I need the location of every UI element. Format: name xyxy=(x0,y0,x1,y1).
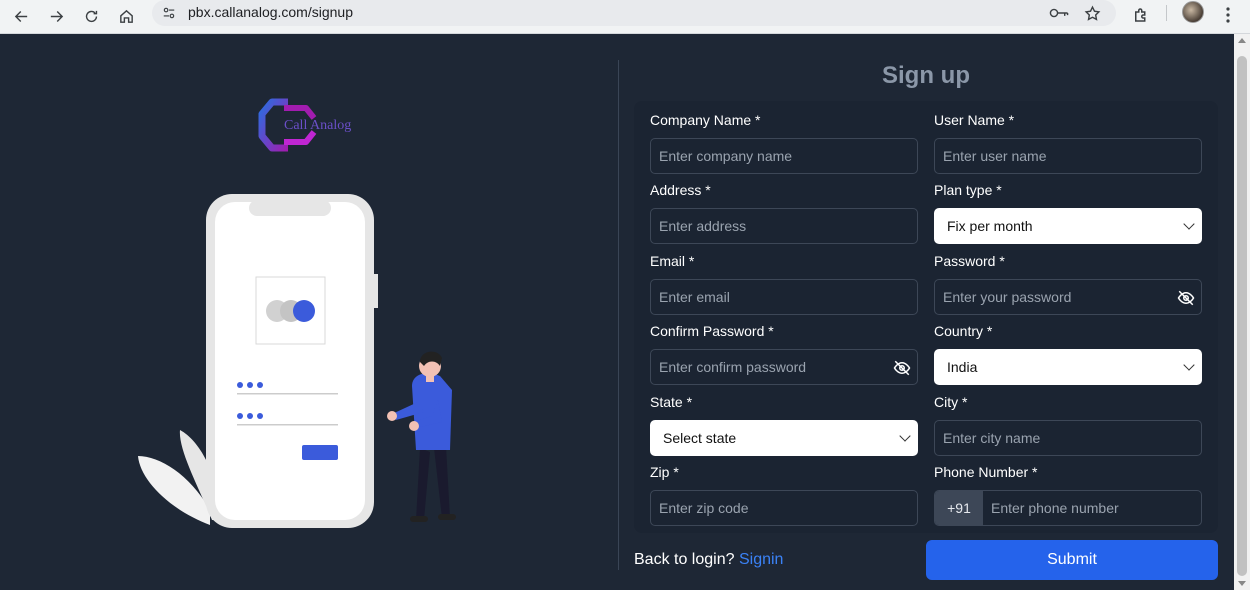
scroll-down-arrow-icon[interactable] xyxy=(1238,581,1246,586)
page-title: Sign up xyxy=(882,62,970,89)
chevron-down-icon xyxy=(899,430,911,442)
country-value: India xyxy=(947,359,978,375)
chevron-down-icon xyxy=(1183,218,1195,230)
call-analog-logo: Call Analog xyxy=(258,96,368,156)
address-bar[interactable]: pbx.callanalog.com/signup xyxy=(152,0,1116,26)
email-input[interactable]: Enter email xyxy=(650,279,918,315)
company-name-label: Company Name * xyxy=(650,112,761,128)
zip-input[interactable]: Enter zip code xyxy=(650,490,918,526)
address-field: Address * Enter address xyxy=(650,182,918,244)
bookmark-star-icon[interactable] xyxy=(1082,3,1102,23)
zip-placeholder: Enter zip code xyxy=(659,500,749,516)
country-label: Country * xyxy=(934,323,993,339)
phone-number-field: Phone Number * +91 Enter phone number xyxy=(934,464,1202,526)
eye-slash-icon[interactable] xyxy=(893,359,911,377)
confirm-password-label: Confirm Password * xyxy=(650,323,774,339)
signup-illustration xyxy=(130,190,470,535)
signin-link[interactable]: Signin xyxy=(739,551,783,568)
phone-number-input[interactable]: +91 Enter phone number xyxy=(934,490,1202,526)
panel-divider xyxy=(618,60,619,570)
phone-number-label: Phone Number * xyxy=(934,464,1038,480)
city-field: City * Enter city name xyxy=(934,394,1202,456)
scroll-thumb[interactable] xyxy=(1237,56,1247,576)
confirm-password-field: Confirm Password * Enter confirm passwor… xyxy=(650,323,918,385)
submit-button[interactable]: Submit xyxy=(926,540,1218,580)
user-name-placeholder: Enter user name xyxy=(943,148,1047,164)
profile-avatar[interactable] xyxy=(1182,1,1204,23)
state-label: State * xyxy=(650,394,693,410)
home-icon[interactable] xyxy=(113,3,139,29)
address-placeholder: Enter address xyxy=(659,218,747,234)
browser-toolbar: pbx.callanalog.com/signup xyxy=(0,0,1250,34)
site-info-icon[interactable] xyxy=(160,4,178,22)
plan-type-value: Fix per month xyxy=(947,218,1033,234)
country-code-prefix: +91 xyxy=(935,491,983,525)
country-field: Country * India xyxy=(934,323,1202,385)
zip-label: Zip * xyxy=(650,464,679,480)
email-label: Email * xyxy=(650,253,695,269)
state-field: State * Select state xyxy=(650,394,918,456)
reload-icon[interactable] xyxy=(78,3,104,29)
back-arrow-icon[interactable] xyxy=(8,3,34,29)
plan-type-select[interactable]: Fix per month xyxy=(934,208,1202,244)
password-placeholder: Enter your password xyxy=(943,289,1072,305)
city-placeholder: Enter city name xyxy=(943,430,1041,446)
plan-type-label: Plan type * xyxy=(934,182,1002,198)
state-value: Select state xyxy=(663,430,737,446)
confirm-password-placeholder: Enter confirm password xyxy=(659,359,807,375)
url-text[interactable]: pbx.callanalog.com/signup xyxy=(188,4,353,20)
scroll-up-arrow-icon[interactable] xyxy=(1238,38,1246,43)
email-field: Email * Enter email xyxy=(650,253,918,315)
chevron-down-icon xyxy=(1183,359,1195,371)
menu-kebab-icon[interactable] xyxy=(1216,3,1240,27)
address-input[interactable]: Enter address xyxy=(650,208,918,244)
state-select[interactable]: Select state xyxy=(650,420,918,456)
back-to-login-text: Back to login? xyxy=(634,551,735,568)
phone-number-placeholder: Enter phone number xyxy=(991,500,1119,516)
user-name-input[interactable]: Enter user name xyxy=(934,138,1202,174)
country-select[interactable]: India xyxy=(934,349,1202,385)
page-scrollbar[interactable] xyxy=(1234,34,1250,590)
password-input[interactable]: Enter your password xyxy=(934,279,1202,315)
extensions-icon[interactable] xyxy=(1129,3,1153,27)
eye-slash-icon[interactable] xyxy=(1177,289,1195,307)
city-label: City * xyxy=(934,394,968,410)
user-name-label: User Name * xyxy=(934,112,1015,128)
user-name-field: User Name * Enter user name xyxy=(934,112,1202,174)
plan-type-field: Plan type * Fix per month xyxy=(934,182,1202,244)
logo-text: Call Analog xyxy=(284,118,352,133)
back-to-login: Back to login? Signin xyxy=(634,551,783,569)
address-label: Address * xyxy=(650,182,711,198)
email-placeholder: Enter email xyxy=(659,289,730,305)
password-label: Password * xyxy=(934,253,1005,269)
company-name-input[interactable]: Enter company name xyxy=(650,138,918,174)
forward-arrow-icon[interactable] xyxy=(43,3,69,29)
zip-field: Zip * Enter zip code xyxy=(650,464,918,526)
toolbar-divider xyxy=(1166,5,1167,21)
password-key-icon[interactable] xyxy=(1049,3,1069,23)
signup-form: Company Name * Enter company name User N… xyxy=(634,101,1218,533)
confirm-password-input[interactable]: Enter confirm password xyxy=(650,349,918,385)
city-input[interactable]: Enter city name xyxy=(934,420,1202,456)
password-field: Password * Enter your password xyxy=(934,253,1202,315)
company-name-placeholder: Enter company name xyxy=(659,148,793,164)
company-name-field: Company Name * Enter company name xyxy=(650,112,918,174)
